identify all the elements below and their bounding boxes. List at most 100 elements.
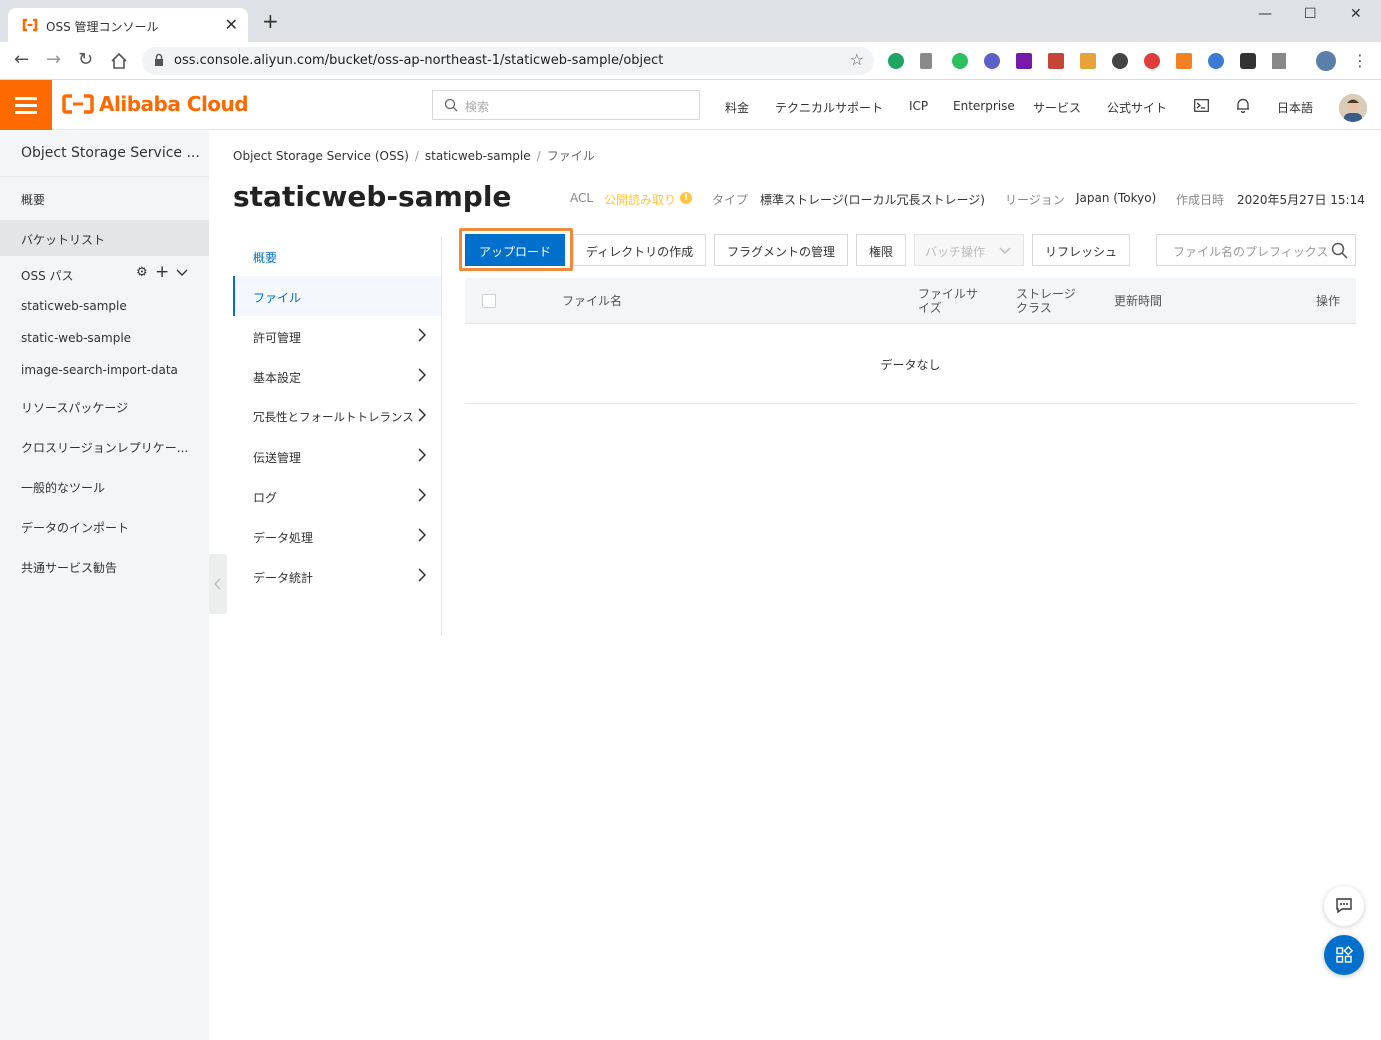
pdf-icon[interactable] [1048, 53, 1064, 69]
forward-icon[interactable]: → [46, 50, 61, 70]
extension-icon-7[interactable] [1080, 53, 1096, 69]
home-icon[interactable] [110, 52, 128, 70]
chat-button[interactable] [1324, 886, 1364, 926]
logo-text: Alibaba Cloud [99, 92, 249, 116]
extension-icon-8[interactable] [1112, 53, 1128, 69]
select-all-checkbox[interactable] [482, 294, 496, 308]
tab-close-icon[interactable]: ✕ [225, 15, 238, 34]
extension-icon-2[interactable] [920, 53, 932, 69]
extension-icon-13[interactable] [1272, 53, 1286, 69]
breadcrumb-bucket[interactable]: staticweb-sample [425, 149, 531, 163]
sidebar-item-oss-path[interactable]: OSS パス ⚙ + [0, 256, 209, 292]
apps-button[interactable] [1324, 935, 1364, 975]
profile-icon[interactable] [1316, 51, 1336, 71]
submenu-basic-settings[interactable]: 基本設定 [233, 356, 441, 396]
plus-icon[interactable]: + [155, 262, 169, 282]
warning-icon[interactable]: ! [680, 192, 692, 204]
browser-menu-icon[interactable]: ⋮ [1352, 51, 1368, 71]
created-label: 作成日時 [1176, 193, 1225, 207]
search-icon[interactable] [1331, 242, 1348, 259]
submenu-redundancy[interactable]: 冗長性とフォールトトレランス [233, 396, 441, 436]
console-header: Alibaba Cloud 検索 料金 テクニカルサポート ICP Enterp… [0, 80, 1381, 130]
sidebar-item-common-tools[interactable]: 一般的なツール [0, 468, 209, 504]
search-input[interactable]: 検索 [432, 90, 700, 120]
sidebar-item-resource-packages[interactable]: リソースパッケージ [0, 388, 209, 424]
d3-icon[interactable] [1176, 53, 1192, 69]
created-value: 2020年5月27日 15:14 [1237, 193, 1365, 207]
nav-pricing[interactable]: 料金 [725, 99, 749, 116]
new-tab-icon[interactable]: + [262, 11, 279, 31]
sidebar-title[interactable]: Object Storage Service ... [0, 131, 209, 177]
lock-icon [155, 53, 163, 66]
bell-icon[interactable] [1236, 98, 1250, 113]
sidebar-item-cross-region-replication[interactable]: クロスリージョンレプリケー... [0, 428, 209, 464]
submenu-logs[interactable]: ログ [233, 476, 441, 516]
submenu-data-processing[interactable]: データ処理 [233, 516, 441, 556]
extension-icon-12[interactable] [1240, 53, 1256, 69]
type-label: タイプ [712, 193, 749, 207]
breadcrumb-current: ファイル [546, 149, 595, 163]
chat-icon [1336, 898, 1352, 914]
sidebar-item-data-import[interactable]: データのインポート [0, 508, 209, 544]
prefix-search-input[interactable]: ファイル名のプレフィックス [1156, 234, 1356, 266]
nav-services[interactable]: サービス [1033, 99, 1081, 116]
window-close-icon[interactable]: ✕ [1350, 6, 1362, 22]
batch-operation-button[interactable]: バッチ操作 [914, 234, 1024, 266]
search-icon [444, 98, 458, 112]
sidebar-collapse-toggle[interactable] [209, 554, 227, 614]
acl-label: ACL [570, 191, 594, 205]
refresh-button[interactable]: リフレッシュ [1032, 234, 1130, 266]
back-icon[interactable]: ← [14, 50, 29, 70]
hamburger-menu-icon[interactable] [0, 80, 52, 130]
bookmark-star-icon[interactable]: ☆ [850, 50, 864, 69]
upload-button[interactable]: アップロード [465, 234, 565, 266]
sidebar-item-bucket[interactable]: static-web-sample [0, 320, 209, 356]
chevron-right-icon [418, 528, 427, 542]
submenu-overview[interactable]: 概要 [233, 236, 441, 276]
permission-button[interactable]: 権限 [856, 234, 906, 266]
onenote-icon[interactable] [1016, 53, 1032, 69]
chevron-right-icon [418, 408, 427, 422]
browser-toolbar: ← → ↻ oss.console.aliyun.com/bucket/oss-… [0, 42, 1381, 80]
nav-enterprise[interactable]: Enterprise [953, 99, 1015, 113]
create-directory-button[interactable]: ディレクトリの作成 [573, 234, 706, 266]
alibaba-cloud-logo[interactable]: Alibaba Cloud [62, 92, 249, 117]
sidebar-item-overview[interactable]: 概要 [0, 180, 209, 216]
search-placeholder: 検索 [465, 100, 490, 114]
submenu-files[interactable]: ファイル [233, 276, 441, 316]
extension-icon-4[interactable] [984, 53, 1000, 69]
sidebar-item-bucket[interactable]: image-search-import-data [0, 352, 209, 388]
browser-tab[interactable]: OSS 管理コンソール ✕ [8, 8, 248, 42]
sidebar-item-service-advisory[interactable]: 共通サービス勧告 [0, 548, 209, 584]
nav-icp[interactable]: ICP [909, 99, 928, 113]
browser-tab-bar: OSS 管理コンソール ✕ + — ☐ ✕ [0, 0, 1381, 42]
acl-value: 公開読み取り [604, 193, 677, 207]
nav-language[interactable]: 日本語 [1277, 99, 1313, 116]
sidebar-item-bucket-list[interactable]: バケットリスト [0, 220, 209, 256]
reload-icon[interactable]: ↻ [78, 50, 93, 70]
extension-icon-1[interactable] [888, 53, 904, 69]
apps-grid-icon [1336, 946, 1353, 963]
submenu-permissions[interactable]: 許可管理 [233, 316, 441, 356]
extension-icon-9[interactable] [1144, 53, 1160, 69]
minimize-icon[interactable]: — [1258, 6, 1272, 22]
evernote-icon[interactable] [952, 53, 968, 69]
chevron-right-icon [418, 448, 427, 462]
breadcrumb-oss[interactable]: Object Storage Service (OSS) [233, 149, 409, 163]
address-bar[interactable]: oss.console.aliyun.com/bucket/oss-ap-nor… [142, 47, 874, 75]
maximize-icon[interactable]: ☐ [1304, 6, 1317, 22]
chevron-down-icon[interactable] [176, 269, 188, 277]
sidebar-item-bucket[interactable]: staticweb-sample [0, 288, 209, 324]
submenu-transfer[interactable]: 伝送管理 [233, 436, 441, 476]
manage-fragments-button[interactable]: フラグメントの管理 [714, 234, 848, 266]
extension-icon-11[interactable] [1208, 53, 1224, 69]
avatar[interactable] [1339, 94, 1367, 122]
col-storage-class: ストレージ クラス [1016, 287, 1076, 315]
url-text: oss.console.aliyun.com/bucket/oss-ap-nor… [174, 53, 664, 68]
alibaba-cloud-favicon-icon [22, 18, 38, 32]
submenu-statistics[interactable]: データ統計 [233, 556, 441, 596]
gear-icon[interactable]: ⚙ [136, 265, 148, 280]
nav-support[interactable]: テクニカルサポート [775, 99, 883, 116]
nav-official-site[interactable]: 公式サイト [1107, 99, 1167, 116]
terminal-icon[interactable] [1194, 99, 1209, 112]
